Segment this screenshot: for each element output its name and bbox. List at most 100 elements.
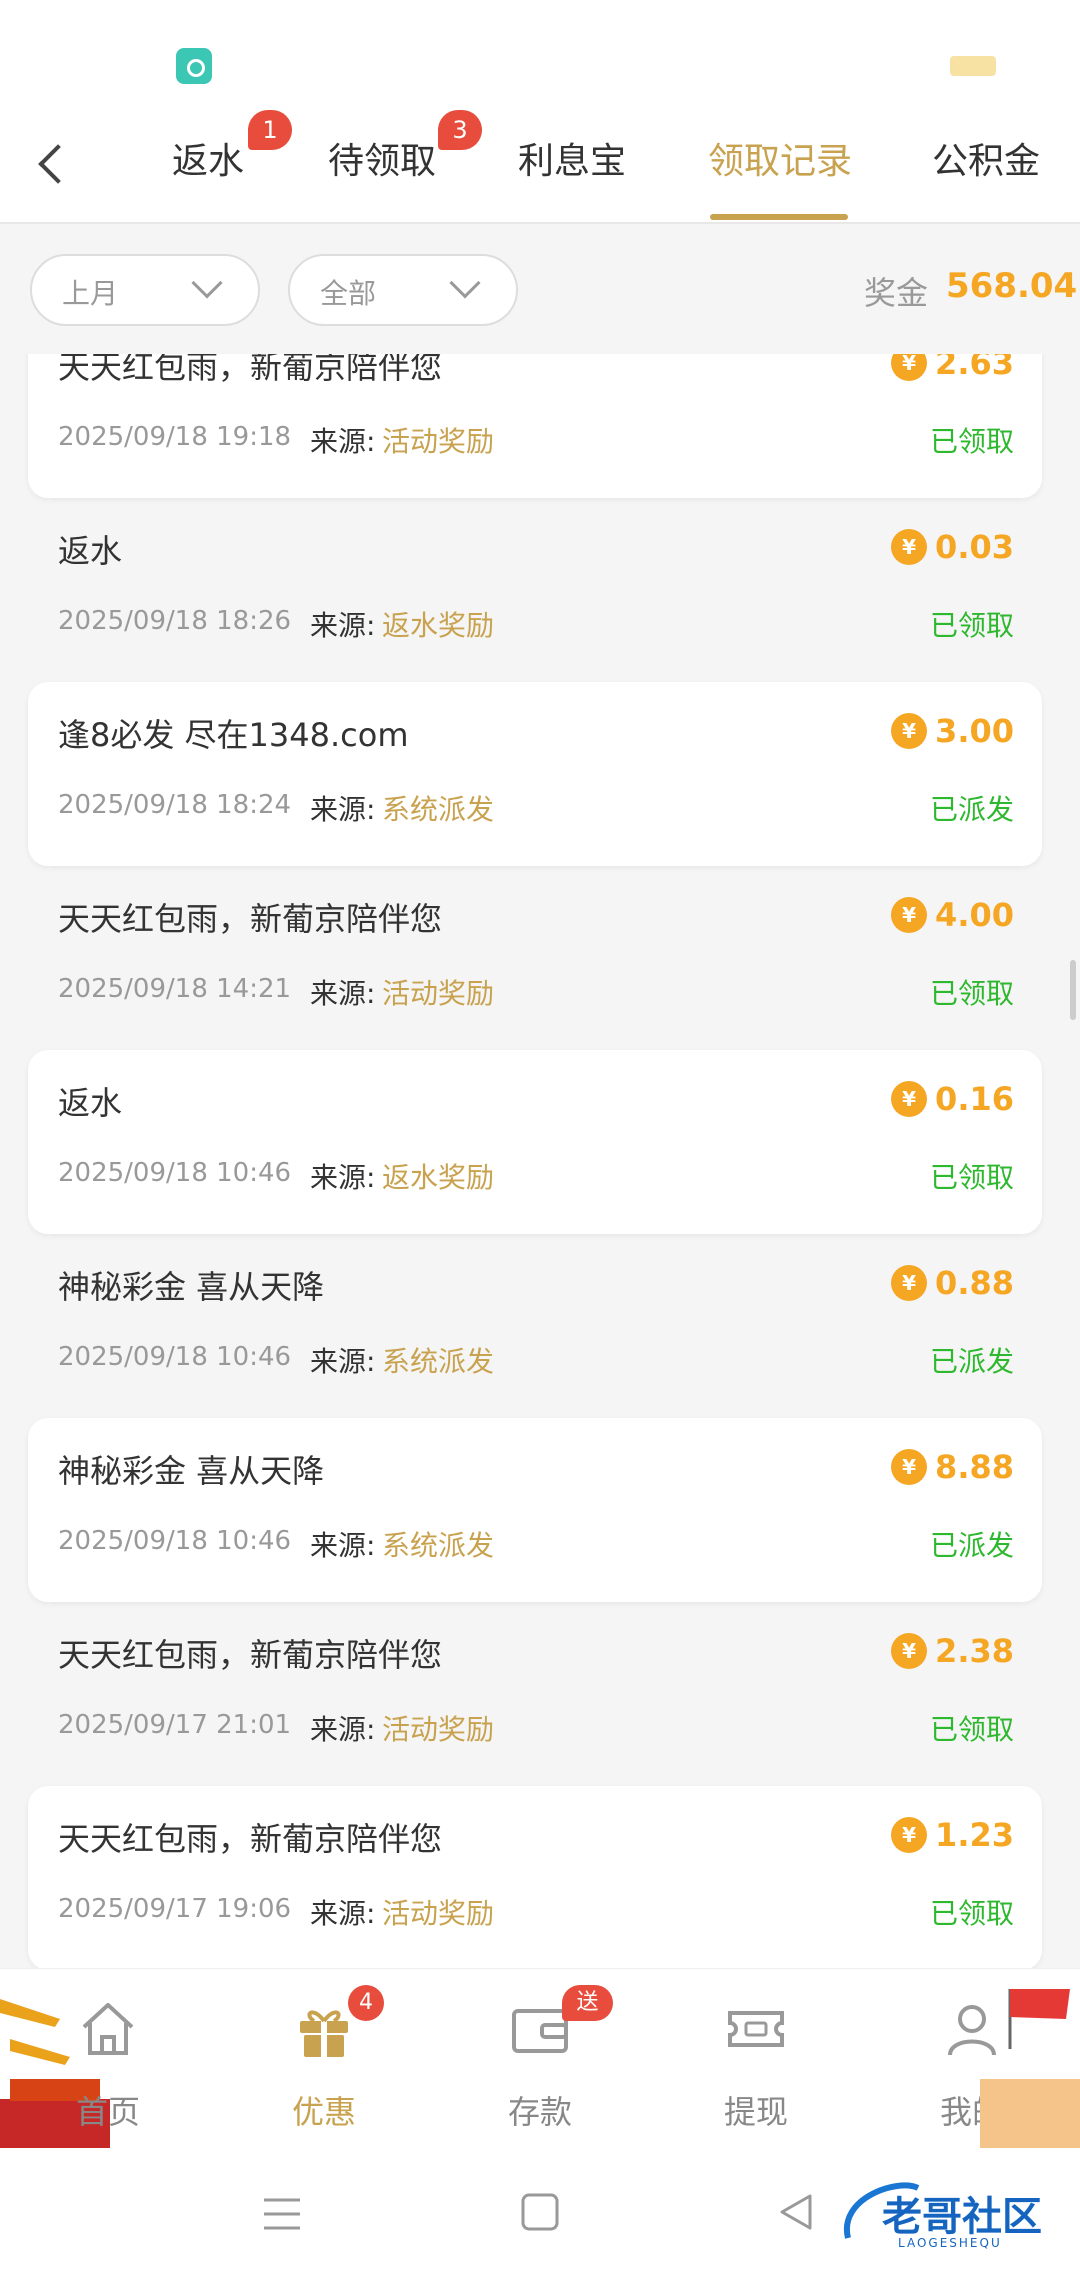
app-notification-icon <box>176 48 212 84</box>
home-icon <box>82 2003 134 2055</box>
source-value: 返水奖励 <box>382 1161 495 1194</box>
nav-label: 提现 <box>723 2093 788 2131</box>
nav-label: 存款 <box>507 2093 572 2131</box>
list-item: 天天红包雨，新葡京陪伴您 ¥1.23 2025/09/17 19:06 来源: … <box>28 1786 1042 1968</box>
watermark-text: 老哥社区 <box>882 2194 1042 2240</box>
scrollbar[interactable] <box>1070 960 1076 1020</box>
tab-pending[interactable]: 待领取 <box>328 132 436 192</box>
record-date: 2025/09/17 19:06 <box>58 1894 292 1924</box>
record-date: 2025/09/18 18:24 <box>58 790 292 820</box>
active-tab-indicator <box>710 214 848 220</box>
list-item: 返水 ¥0.16 2025/09/18 10:46 来源: 返水奖励 已领取 <box>28 1050 1042 1234</box>
bonus-value: 568.04 <box>946 266 1078 306</box>
tab-fanshui[interactable]: 返水 <box>172 132 244 192</box>
record-status: 已领取 <box>929 1713 1014 1746</box>
nav-promotions[interactable]: 4 优惠 <box>254 1985 394 2137</box>
list-item: 天天红包雨，新葡京陪伴您 ¥4.00 2025/09/18 14:21 来源: … <box>28 866 1042 1050</box>
tab-label: 利息宝 <box>518 141 627 182</box>
source-label: 来源: <box>310 1345 376 1378</box>
coin-icon: ¥ <box>891 1265 928 1301</box>
coin-icon: ¥ <box>891 1081 928 1117</box>
record-amount: ¥3.00 <box>891 712 1014 750</box>
watermark-subtext: LAOGESHEQU <box>898 2236 1002 2250</box>
type-select[interactable]: 全部 <box>288 254 518 326</box>
battery-icon <box>950 56 996 76</box>
source-label: 来源: <box>310 793 376 826</box>
records-list: 天天红包雨，新葡京陪伴您 ¥2.63 2025/09/18 19:18 来源: … <box>0 354 1080 1968</box>
source-value: 活动奖励 <box>382 1713 495 1746</box>
bottom-nav: 首页 4 优惠 送2% 存款 提现 我的 <box>0 1968 1080 2148</box>
coin-icon: ¥ <box>891 1633 928 1669</box>
coin-icon: ¥ <box>891 897 928 933</box>
source-label: 来源: <box>310 1529 376 1562</box>
month-select[interactable]: 上月 <box>30 254 260 326</box>
chevron-down-icon <box>449 267 481 299</box>
source-label: 来源: <box>310 1161 376 1194</box>
source-label: 来源: <box>310 609 376 642</box>
record-amount: ¥2.63 <box>891 354 1014 382</box>
tab-label: 公积金 <box>932 141 1041 182</box>
record-status: 已派发 <box>929 1345 1014 1378</box>
nav-label: 优惠 <box>291 2093 356 2131</box>
source-label: 来源: <box>310 1897 376 1930</box>
nav-deposit[interactable]: 送2% 存款 <box>470 1985 613 2137</box>
record-title: 天天红包雨，新葡京陪伴您 <box>58 354 443 386</box>
record-date: 2025/09/18 18:26 <box>58 606 292 636</box>
record-date: 2025/09/18 10:46 <box>58 1342 292 1372</box>
record-status: 已领取 <box>929 1161 1014 1194</box>
tab-header: 返水 1 待领取 3 利息宝 领取记录 公积金 <box>0 110 1080 224</box>
back-triangle-icon[interactable] <box>776 2192 816 2232</box>
menu-icon[interactable] <box>262 2196 302 2232</box>
list-item: 神秘彩金 喜从天降 ¥8.88 2025/09/18 10:46 来源: 系统派… <box>28 1418 1042 1602</box>
record-title: 返水 <box>58 1084 123 1122</box>
source-value: 系统派发 <box>382 1345 495 1378</box>
record-amount: ¥1.23 <box>891 1816 1014 1854</box>
home-square-icon[interactable] <box>520 2192 560 2232</box>
list-item: 天天红包雨，新葡京陪伴您 ¥2.38 2025/09/17 21:01 来源: … <box>28 1602 1042 1786</box>
nav-badge: 送2% <box>562 1985 613 2051</box>
record-title: 天天红包雨，新葡京陪伴您 <box>58 1820 443 1858</box>
bonus-label: 奖金 <box>864 274 929 312</box>
record-amount: ¥0.16 <box>891 1080 1014 1118</box>
record-status: 已领取 <box>929 977 1014 1010</box>
record-date: 2025/09/18 10:46 <box>58 1526 292 1556</box>
filter-bar: 上月 全部 奖金 568.04 <box>0 224 1080 354</box>
record-amount: ¥0.88 <box>891 1264 1014 1302</box>
source-label: 来源: <box>310 425 376 458</box>
record-status: 已领取 <box>929 1897 1014 1930</box>
system-nav-bar: 老哥社区 LAOGESHEQU <box>0 2148 1080 2280</box>
tab-badge: 3 <box>438 110 482 150</box>
source-value: 活动奖励 <box>382 1897 495 1930</box>
tab-label: 领取记录 <box>708 141 853 182</box>
record-amount: ¥2.38 <box>891 1632 1014 1670</box>
source-value: 系统派发 <box>382 793 495 826</box>
source-label: 来源: <box>310 977 376 1010</box>
nav-home[interactable]: 首页 <box>38 1987 178 2137</box>
coin-icon: ¥ <box>891 529 928 565</box>
tab-fund[interactable]: 公积金 <box>932 132 1040 192</box>
nav-withdraw[interactable]: 提现 <box>686 1987 826 2137</box>
tab-label: 待领取 <box>328 141 437 182</box>
record-title: 逢8必发 尽在1348.com <box>58 716 409 754</box>
list-item: 返水 ¥0.03 2025/09/18 18:26 来源: 返水奖励 已领取 <box>28 498 1042 682</box>
record-status: 已领取 <box>929 609 1014 642</box>
record-amount: ¥0.03 <box>891 528 1014 566</box>
source-value: 活动奖励 <box>382 425 495 458</box>
list-item: 逢8必发 尽在1348.com ¥3.00 2025/09/18 18:24 来… <box>28 682 1042 866</box>
record-status: 已派发 <box>929 793 1014 826</box>
tab-interest[interactable]: 利息宝 <box>518 132 626 192</box>
back-icon[interactable] <box>30 140 70 190</box>
coin-icon: ¥ <box>891 354 928 381</box>
record-date: 2025/09/18 14:21 <box>58 974 292 1004</box>
tab-records[interactable]: 领取记录 <box>708 132 852 192</box>
tab-label: 返水 <box>172 141 245 182</box>
coin-icon: ¥ <box>891 1817 928 1853</box>
record-date: 2025/09/18 10:46 <box>58 1158 292 1188</box>
list-item: 天天红包雨，新葡京陪伴您 ¥2.63 2025/09/18 19:18 来源: … <box>28 354 1042 498</box>
withdraw-icon <box>728 2011 784 2047</box>
record-status: 已领取 <box>929 425 1014 458</box>
record-date: 2025/09/18 19:18 <box>58 422 292 452</box>
record-title: 返水 <box>58 532 123 570</box>
source-value: 系统派发 <box>382 1529 495 1562</box>
decoration-right-icon <box>980 1989 1080 2148</box>
